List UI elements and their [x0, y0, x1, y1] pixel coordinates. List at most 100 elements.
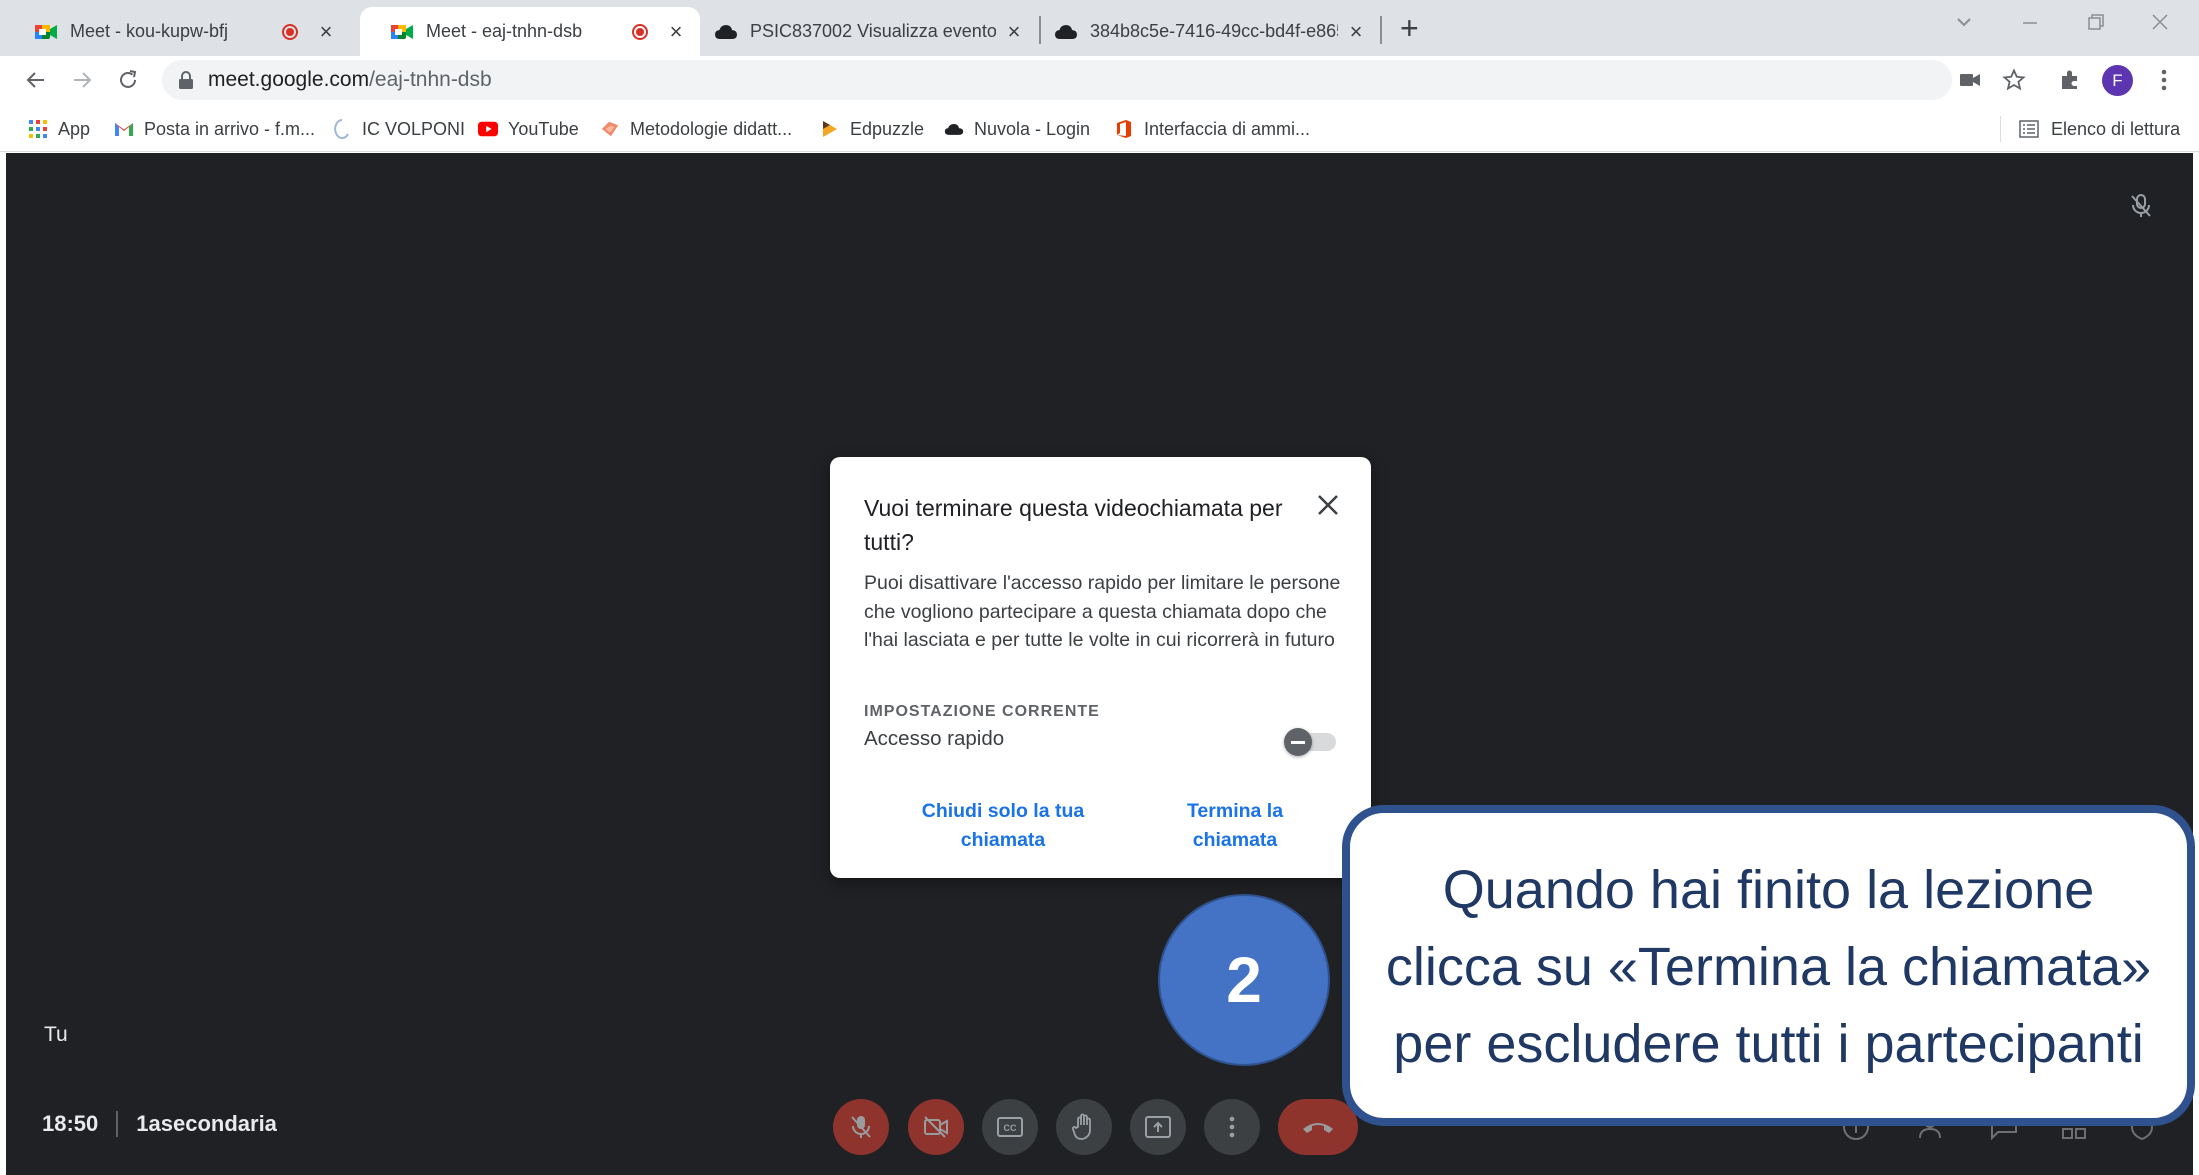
tab-title: Meet - eaj-tnhn-dsb — [426, 21, 583, 41]
lock-icon — [179, 71, 193, 89]
close-tab-icon[interactable]: × — [1004, 19, 1024, 45]
bookmark-label: Nuvola - Login — [974, 118, 1091, 139]
meeting-info: 18:50 1asecondaria — [42, 1111, 277, 1137]
tab-uuid-doc[interactable]: 384b8c5e-7416-49cc-bd4f-e865 × — [1040, 7, 1380, 56]
new-tab-button[interactable]: + — [1400, 12, 1419, 44]
google-meet-icon — [35, 24, 57, 39]
cloud-icon — [715, 24, 737, 39]
divider — [116, 1111, 119, 1137]
mic-toggle-button[interactable] — [833, 1099, 889, 1155]
step-number-badge: 2 — [1158, 894, 1330, 1066]
bookmark-office[interactable]: Interfaccia di ammi... — [1114, 116, 1310, 142]
bookmark-nuvola[interactable]: Nuvola - Login — [944, 116, 1090, 142]
camera-toggle-button[interactable] — [908, 1099, 964, 1155]
bookmark-metodologie[interactable]: Metodologie didatt... — [600, 116, 792, 142]
gmail-icon — [114, 119, 134, 139]
mic-off-icon — [2124, 189, 2158, 223]
reload-icon[interactable] — [112, 64, 144, 96]
tab-title: PSIC837002 Visualizza evento/dc — [750, 21, 996, 41]
close-tab-icon[interactable]: × — [666, 19, 686, 45]
cloud-icon — [944, 119, 964, 139]
hand-icon — [1072, 1113, 1091, 1140]
bookmark-star-icon[interactable] — [2000, 66, 2028, 94]
url-host: meet.google.com — [208, 68, 370, 91]
meeting-name: 1asecondaria — [136, 1111, 277, 1136]
dialog-title: Vuoi terminare questa videochiamata per … — [864, 495, 1283, 555]
present-button[interactable] — [1130, 1099, 1186, 1155]
captions-button[interactable]: CC — [982, 1099, 1038, 1155]
tab-psic-evento[interactable]: PSIC837002 Visualizza evento/dc × — [698, 7, 1038, 56]
apps-grid-icon — [28, 119, 48, 139]
browser-toolbar: meet.google.com/eaj-tnhn-dsb F — [0, 56, 2199, 104]
bookmark-label: YouTube — [508, 118, 579, 139]
camera-off-icon — [924, 1116, 948, 1138]
meeting-time: 18:50 — [42, 1111, 99, 1136]
tab-search-icon[interactable] — [1952, 10, 1976, 40]
school-icon — [332, 119, 352, 139]
self-tile-label: Tu — [44, 1023, 68, 1046]
leave-call-button[interactable]: Chiudi solo la tua chiamata — [904, 797, 1102, 855]
quick-access-label: Accesso rapido — [864, 727, 1005, 750]
end-call-dialog: Vuoi terminare questa videochiamata per … — [830, 457, 1371, 878]
tab-meet-kou[interactable]: Meet - kou-kupw-bfj × — [4, 7, 350, 56]
minimize-icon[interactable] — [2018, 10, 2042, 40]
google-meet-icon — [391, 24, 413, 39]
dialog-body: Puoi disattivare l'accesso rapido per li… — [864, 572, 1341, 651]
mic-off-icon — [851, 1116, 871, 1138]
menu-kebab-icon[interactable] — [2150, 66, 2178, 94]
reading-list-label: Elenco di lettura — [2051, 118, 2181, 139]
tab-separator — [1380, 16, 1382, 44]
toggle-knob — [1284, 728, 1312, 756]
bookmark-label: App — [58, 118, 91, 139]
present-screen-icon — [1145, 1116, 1171, 1138]
bookmark-label: Metodologie didatt... — [630, 118, 793, 139]
phone-hangup-icon — [1303, 1123, 1333, 1133]
instruction-text: Quando hai finito la lezione clicca su «… — [1385, 860, 2152, 1074]
close-window-icon[interactable] — [2148, 10, 2172, 40]
screen: Meet - kou-kupw-bfj × Meet - eaj-tnhn-ds… — [0, 0, 2199, 1175]
bookmark-label: IC VOLPONI — [362, 118, 466, 139]
bookmark-app[interactable]: App — [28, 116, 90, 142]
camera-in-use-icon[interactable] — [1956, 66, 1984, 94]
bookmark-label: Edpuzzle — [850, 118, 925, 139]
bookmark-icon — [600, 119, 620, 139]
extensions-icon[interactable] — [2056, 66, 2084, 94]
close-tab-icon[interactable]: × — [316, 19, 336, 45]
quick-access-toggle[interactable] — [1284, 725, 1336, 756]
recording-icon — [282, 23, 298, 40]
cloud-icon — [1055, 24, 1077, 39]
bookmark-youtube[interactable]: YouTube — [478, 116, 579, 142]
end-call-button[interactable] — [1278, 1099, 1358, 1155]
close-icon[interactable] — [1310, 487, 1346, 523]
bookmark-label: Interfaccia di ammi... — [1144, 118, 1311, 139]
raise-hand-button[interactable] — [1056, 1099, 1112, 1155]
tab-strip: Meet - kou-kupw-bfj × Meet - eaj-tnhn-ds… — [0, 0, 2199, 56]
end-call-for-all-button[interactable]: Termina la chiamata — [1170, 797, 1300, 855]
office-icon — [1114, 119, 1134, 139]
bookmarks-bar: App Posta in arrivo - f.m... IC VOLPONI … — [0, 104, 2199, 152]
address-bar[interactable]: meet.google.com/eaj-tnhn-dsb — [162, 60, 1952, 100]
url-path: /eaj-tnhn-dsb — [369, 68, 492, 91]
captions-icon: CC — [997, 1117, 1023, 1137]
more-vert-icon — [1229, 1116, 1235, 1138]
current-setting-label: IMPOSTAZIONE CORRENTE — [864, 703, 1100, 720]
instruction-callout: Quando hai finito la lezione clicca su «… — [1342, 805, 2195, 1126]
reading-list-button[interactable]: Elenco di lettura — [2000, 116, 2180, 142]
youtube-icon — [478, 119, 498, 139]
tab-title: Meet - kou-kupw-bfj — [70, 21, 229, 41]
back-icon[interactable] — [20, 64, 52, 96]
tab-meet-eaj[interactable]: Meet - eaj-tnhn-dsb × — [360, 7, 700, 56]
close-tab-icon[interactable]: × — [1346, 19, 1366, 45]
bookmark-label: Posta in arrivo - f.m... — [144, 118, 316, 139]
recording-icon — [632, 23, 648, 40]
bookmark-gmail[interactable]: Posta in arrivo - f.m... — [114, 116, 315, 142]
forward-icon[interactable] — [66, 64, 98, 96]
restore-icon[interactable] — [2084, 10, 2108, 40]
bookmark-edpuzzle[interactable]: Edpuzzle — [820, 116, 924, 142]
profile-avatar[interactable]: F — [2102, 65, 2133, 96]
tab-title: 384b8c5e-7416-49cc-bd4f-e865 — [1090, 21, 1338, 41]
more-options-button[interactable] — [1204, 1099, 1260, 1155]
bookmark-ic-volponi[interactable]: IC VOLPONI — [332, 116, 465, 142]
reading-list-icon — [2019, 120, 2039, 138]
edpuzzle-icon — [820, 119, 840, 139]
